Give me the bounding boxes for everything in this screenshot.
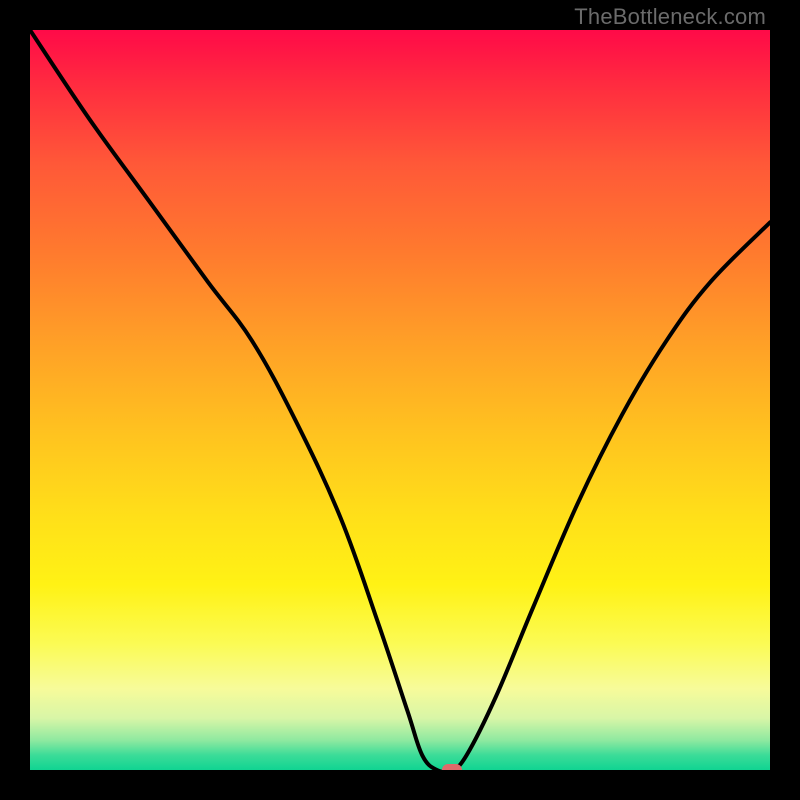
chart-frame: TheBottleneck.com xyxy=(0,0,800,800)
watermark-text: TheBottleneck.com xyxy=(574,4,766,30)
bottleneck-curve xyxy=(30,30,770,770)
optimal-point-marker xyxy=(442,764,462,770)
plot-area xyxy=(30,30,770,770)
